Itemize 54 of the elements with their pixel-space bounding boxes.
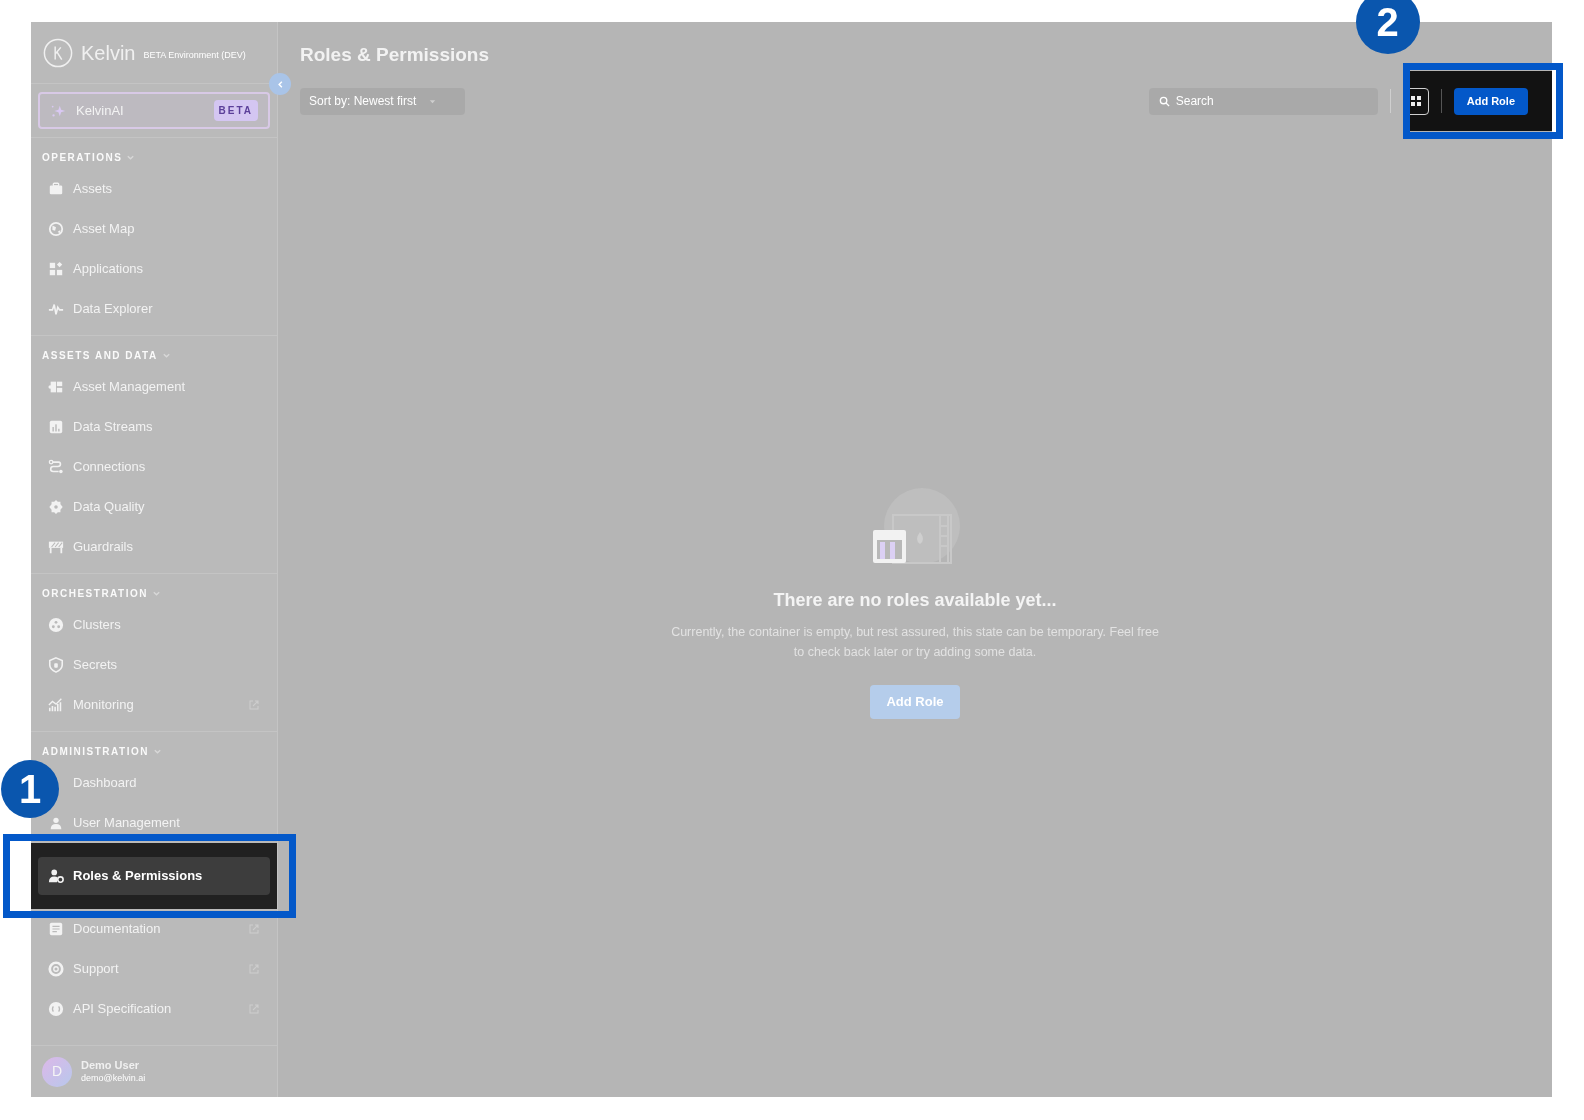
nav-item[interactable]: Applications (48, 259, 144, 279)
ai-assistant-item[interactable]: KelvinAI BETA (38, 92, 270, 129)
search-field[interactable]: Search (1148, 87, 1378, 115)
badge-icon (48, 499, 64, 515)
puzzle-icon (48, 379, 64, 395)
logo-icon (43, 37, 73, 68)
nav-item[interactable]: Dashboard (73, 773, 137, 793)
nav-item[interactable]: Documentation (48, 919, 161, 939)
pulse-icon (48, 301, 64, 317)
chevron-left-icon (275, 79, 285, 89)
lifebuoy-icon (48, 961, 64, 977)
nav-item[interactable]: Data Quality (48, 497, 145, 517)
route-icon (48, 459, 64, 475)
barrier-icon (48, 539, 64, 555)
grid-icon (48, 261, 64, 277)
section-heading: OPERATIONS (42, 150, 123, 165)
grid-icon (1409, 95, 1422, 107)
nav-item[interactable]: Support (48, 959, 119, 979)
nav-item[interactable]: Data Streams (48, 417, 153, 437)
document-icon (48, 921, 64, 937)
section-heading: ADMINISTRATION (42, 744, 149, 759)
nav-item[interactable]: Clusters (48, 615, 121, 635)
step-number: 2 (1355, 0, 1420, 54)
environment-label: BETA Environment (DEV) (143, 48, 246, 62)
bar-chart-icon (48, 419, 64, 435)
user-email: demo@kelvin.ai (81, 1072, 146, 1084)
nav-item[interactable]: Guardrails (48, 537, 133, 557)
nav-item[interactable]: Connections (48, 457, 146, 477)
empty-state-heading: There are no roles available yet... (773, 589, 1057, 612)
beta-badge: BETA (213, 100, 258, 121)
shield-icon (48, 657, 64, 673)
nav-item[interactable]: Asset Management (48, 377, 185, 397)
briefcase-icon (48, 181, 64, 197)
nav-item[interactable]: Assets (48, 179, 112, 199)
step-number: 1 (1, 760, 59, 818)
users-icon (48, 815, 64, 831)
section-heading: ORCHESTRATION (42, 586, 148, 601)
nav-item[interactable]: API Specification (48, 999, 172, 1019)
ai-label: KelvinAI (76, 101, 125, 120)
nav-item[interactable]: Secrets (48, 655, 118, 675)
user-avatar: D (42, 1056, 72, 1087)
cluster-icon (48, 617, 64, 633)
sort-dropdown[interactable]: Sort by: Newest first (300, 87, 465, 115)
nav-item[interactable]: Data Explorer (48, 299, 153, 319)
page-title: Roles & Permissions (300, 43, 491, 67)
add-role-button[interactable]: Add Role (1453, 87, 1528, 115)
add-role-button[interactable]: Add Role (870, 685, 960, 719)
nav-item[interactable]: Roles & Permissions (38, 857, 270, 895)
section-heading: ASSETS AND DATA (42, 348, 158, 363)
line-chart-icon (48, 697, 64, 713)
nav-item[interactable]: Monitoring (48, 695, 134, 715)
nav-item[interactable]: Asset Map (48, 219, 135, 239)
search-icon (1158, 95, 1170, 107)
user-gear-icon (48, 868, 64, 884)
